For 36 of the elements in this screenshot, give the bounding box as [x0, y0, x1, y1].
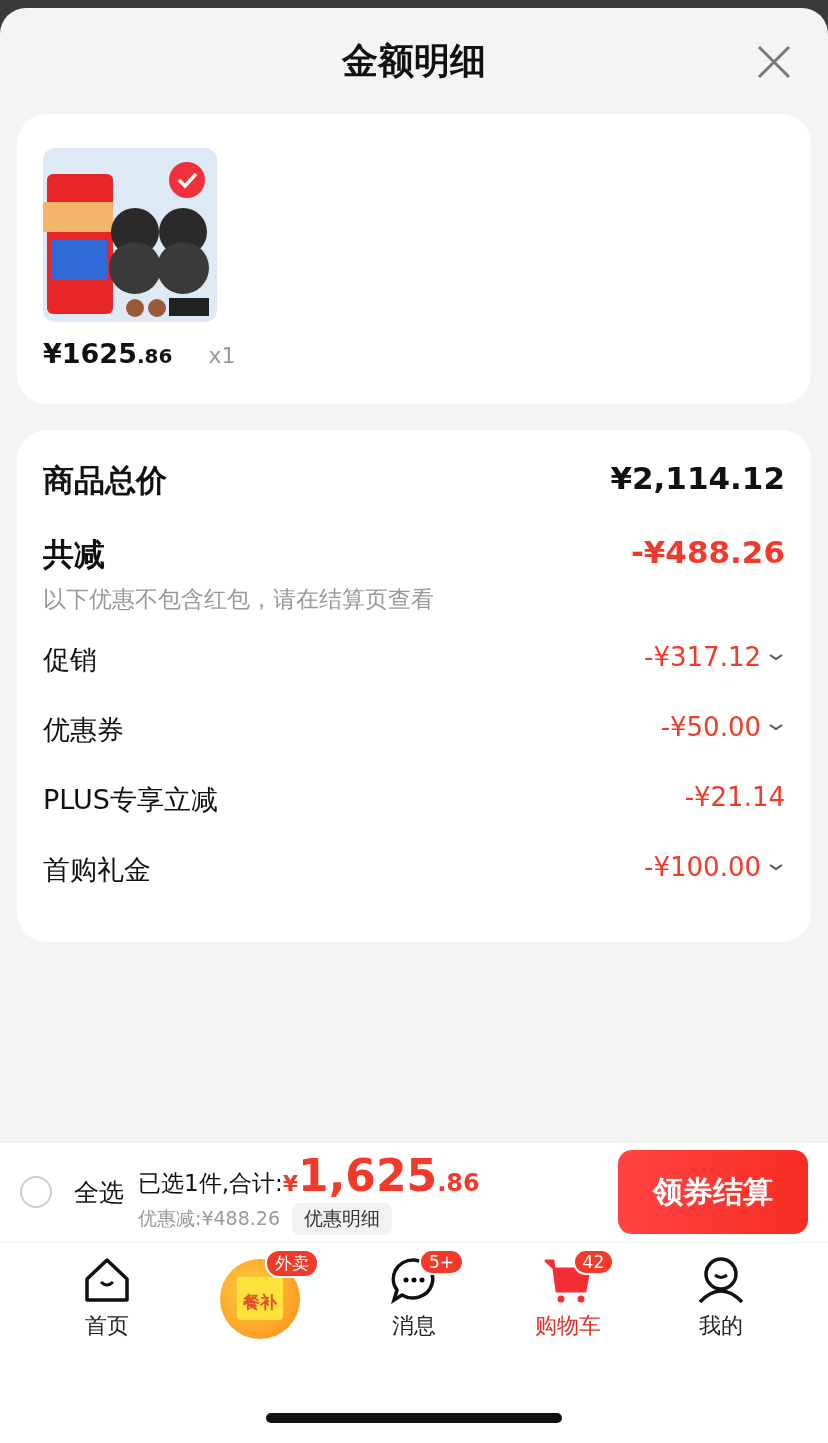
tab-label[interactable]: 首页	[84, 1310, 129, 1341]
summary-label: 促销	[43, 643, 97, 677]
summary-label: 共减	[43, 535, 106, 574]
select-all-radio[interactable]	[20, 1176, 52, 1208]
chevron-icon[interactable]	[767, 861, 785, 873]
chevron-icon[interactable]	[767, 721, 785, 733]
summary-amount: -¥488.26	[630, 534, 785, 570]
close-icon[interactable]	[756, 44, 792, 80]
tab-label[interactable]: 购物车	[534, 1310, 601, 1341]
quantity: x1	[208, 343, 236, 368]
tab-label[interactable]: 消息	[392, 1310, 436, 1341]
summary-amount: -¥50.00	[660, 712, 761, 742]
meal-subsidy-tile: 餐补	[237, 1277, 284, 1320]
badge: 5+	[419, 1248, 465, 1275]
badge: 外卖	[265, 1248, 320, 1278]
discount-amount: 优惠减:¥488.26	[138, 1205, 280, 1231]
badge: 42	[572, 1248, 615, 1275]
product-price: ¥1625.86	[43, 338, 173, 369]
summary-amount: -¥21.14	[684, 782, 785, 812]
total-price: ¥1,625.86	[282, 1149, 480, 1201]
summary-note: 以下优惠不包含红包，请在结算页查看	[43, 585, 434, 614]
summary-amount: ¥2,114.12	[610, 460, 785, 496]
checkout-button[interactable]: 领券结算	[618, 1150, 808, 1234]
summary-amount: -¥100.00	[644, 852, 761, 882]
tab-label[interactable]: 我的	[699, 1310, 744, 1341]
summary-amount: -¥317.12	[644, 642, 761, 672]
sheet-title: 金额明细	[342, 38, 486, 83]
summary-label: 商品总价	[43, 461, 167, 500]
select-all-label: 全选	[74, 1176, 124, 1209]
selected-count: 已选1件,合计:	[138, 1168, 283, 1198]
chevron-icon[interactable]	[767, 651, 785, 663]
summary-label: 优惠券	[43, 713, 124, 747]
check-icon[interactable]	[169, 162, 205, 198]
summary-label: PLUS专享立减	[43, 783, 218, 817]
discount-detail-button[interactable]: 优惠明细	[292, 1202, 392, 1235]
summary-label: 首购礼金	[43, 853, 151, 887]
